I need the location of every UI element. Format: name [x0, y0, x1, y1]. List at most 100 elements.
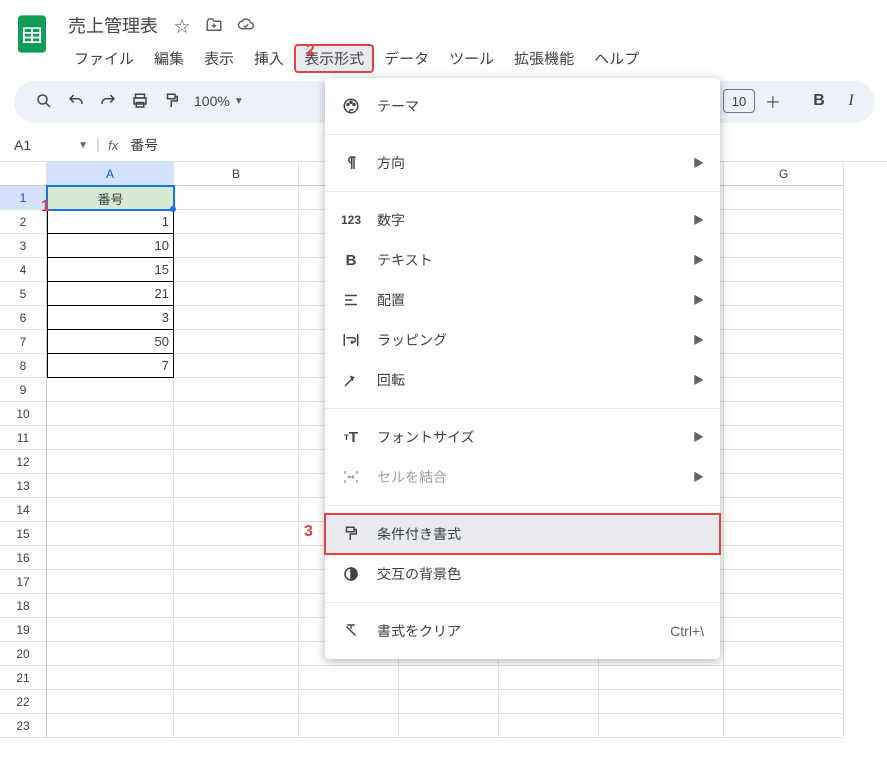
- row-header[interactable]: 5: [0, 282, 47, 306]
- cell[interactable]: [47, 450, 174, 474]
- paint-format-icon[interactable]: [158, 87, 186, 115]
- cell[interactable]: [724, 498, 844, 522]
- cell[interactable]: [724, 618, 844, 642]
- search-icon[interactable]: [30, 87, 58, 115]
- row-header[interactable]: 17: [0, 570, 47, 594]
- row-header[interactable]: 19: [0, 618, 47, 642]
- cell[interactable]: [724, 306, 844, 330]
- menu-item-direction[interactable]: 方向▶: [325, 143, 720, 183]
- font-size-plus-icon[interactable]: ＋: [759, 87, 787, 115]
- cell[interactable]: [724, 450, 844, 474]
- cell[interactable]: [174, 186, 299, 210]
- formula-bar[interactable]: 番号: [126, 135, 158, 155]
- row-header[interactable]: 23: [0, 714, 47, 738]
- menu-item-clear[interactable]: 書式をクリアCtrl+\: [325, 611, 720, 651]
- menu-tools[interactable]: ツール: [439, 44, 504, 73]
- row-header[interactable]: 10: [0, 402, 47, 426]
- doc-title[interactable]: 売上管理表: [64, 10, 162, 40]
- row-header[interactable]: 16: [0, 546, 47, 570]
- menu-item-align[interactable]: 配置▶: [325, 280, 720, 320]
- row-header[interactable]: 6: [0, 306, 47, 330]
- cell[interactable]: [724, 642, 844, 666]
- cell[interactable]: [47, 594, 174, 618]
- menu-item-text[interactable]: Bテキスト▶: [325, 240, 720, 280]
- cell[interactable]: [47, 690, 174, 714]
- menu-extensions[interactable]: 拡張機能: [504, 44, 584, 73]
- row-header[interactable]: 9: [0, 378, 47, 402]
- cell[interactable]: [724, 378, 844, 402]
- cell[interactable]: [724, 402, 844, 426]
- cell[interactable]: [47, 378, 174, 402]
- row-header[interactable]: 15: [0, 522, 47, 546]
- cell[interactable]: [47, 642, 174, 666]
- cell[interactable]: [499, 666, 599, 690]
- move-icon[interactable]: [204, 15, 224, 35]
- cell[interactable]: [724, 474, 844, 498]
- cell[interactable]: [47, 546, 174, 570]
- cell[interactable]: [724, 570, 844, 594]
- cell[interactable]: [47, 474, 174, 498]
- cell[interactable]: [724, 426, 844, 450]
- menu-help[interactable]: ヘルプ: [584, 44, 649, 73]
- menu-file[interactable]: ファイル: [64, 44, 144, 73]
- cell[interactable]: [724, 522, 844, 546]
- cell[interactable]: 1: [47, 210, 174, 234]
- bold-icon[interactable]: B: [805, 87, 833, 115]
- row-header[interactable]: 13: [0, 474, 47, 498]
- row-header[interactable]: 4: [0, 258, 47, 282]
- menu-item-rotate[interactable]: 回転▶: [325, 360, 720, 400]
- cell[interactable]: 50: [47, 330, 174, 354]
- cell[interactable]: 7: [47, 354, 174, 378]
- menu-insert[interactable]: 挿入: [244, 44, 294, 73]
- cell[interactable]: [724, 186, 844, 210]
- cell[interactable]: [47, 426, 174, 450]
- cell[interactable]: [399, 690, 499, 714]
- menu-item-fontsize[interactable]: тTフォントサイズ▶: [325, 417, 720, 457]
- cell[interactable]: [499, 690, 599, 714]
- cell[interactable]: [724, 690, 844, 714]
- menu-data[interactable]: データ: [374, 44, 439, 73]
- row-header[interactable]: 11: [0, 426, 47, 450]
- star-icon[interactable]: ☆: [172, 15, 192, 35]
- row-header[interactable]: 8: [0, 354, 47, 378]
- cell[interactable]: [174, 714, 299, 738]
- cell[interactable]: [724, 330, 844, 354]
- cell[interactable]: [174, 618, 299, 642]
- cell[interactable]: [499, 714, 599, 738]
- cell[interactable]: [724, 714, 844, 738]
- row-header[interactable]: 12: [0, 450, 47, 474]
- cell[interactable]: [724, 282, 844, 306]
- cell[interactable]: [724, 666, 844, 690]
- cell[interactable]: [47, 618, 174, 642]
- cell[interactable]: [174, 450, 299, 474]
- cell[interactable]: [724, 258, 844, 282]
- redo-icon[interactable]: [94, 87, 122, 115]
- cell[interactable]: [299, 714, 399, 738]
- cell[interactable]: [599, 666, 724, 690]
- cell[interactable]: [399, 714, 499, 738]
- cell[interactable]: 10: [47, 234, 174, 258]
- cell[interactable]: 3: [47, 306, 174, 330]
- cell[interactable]: 21: [47, 282, 174, 306]
- select-all-corner[interactable]: [0, 162, 47, 186]
- row-header[interactable]: 1: [0, 186, 47, 210]
- column-header[interactable]: G: [724, 162, 844, 186]
- cell[interactable]: 番号: [47, 186, 174, 210]
- menu-view[interactable]: 表示: [194, 44, 244, 73]
- font-size-input[interactable]: 10: [723, 89, 755, 113]
- cell[interactable]: 15: [47, 258, 174, 282]
- cell[interactable]: [174, 282, 299, 306]
- cell[interactable]: [174, 546, 299, 570]
- cell[interactable]: [174, 426, 299, 450]
- row-header[interactable]: 22: [0, 690, 47, 714]
- cell[interactable]: [174, 690, 299, 714]
- cell[interactable]: [47, 666, 174, 690]
- cell[interactable]: [299, 690, 399, 714]
- menu-item-number[interactable]: 123数字▶: [325, 200, 720, 240]
- cell[interactable]: [724, 234, 844, 258]
- cell[interactable]: [174, 306, 299, 330]
- cell[interactable]: [174, 258, 299, 282]
- menu-item-theme[interactable]: テーマ: [325, 86, 720, 126]
- row-header[interactable]: 3: [0, 234, 47, 258]
- cell[interactable]: [47, 714, 174, 738]
